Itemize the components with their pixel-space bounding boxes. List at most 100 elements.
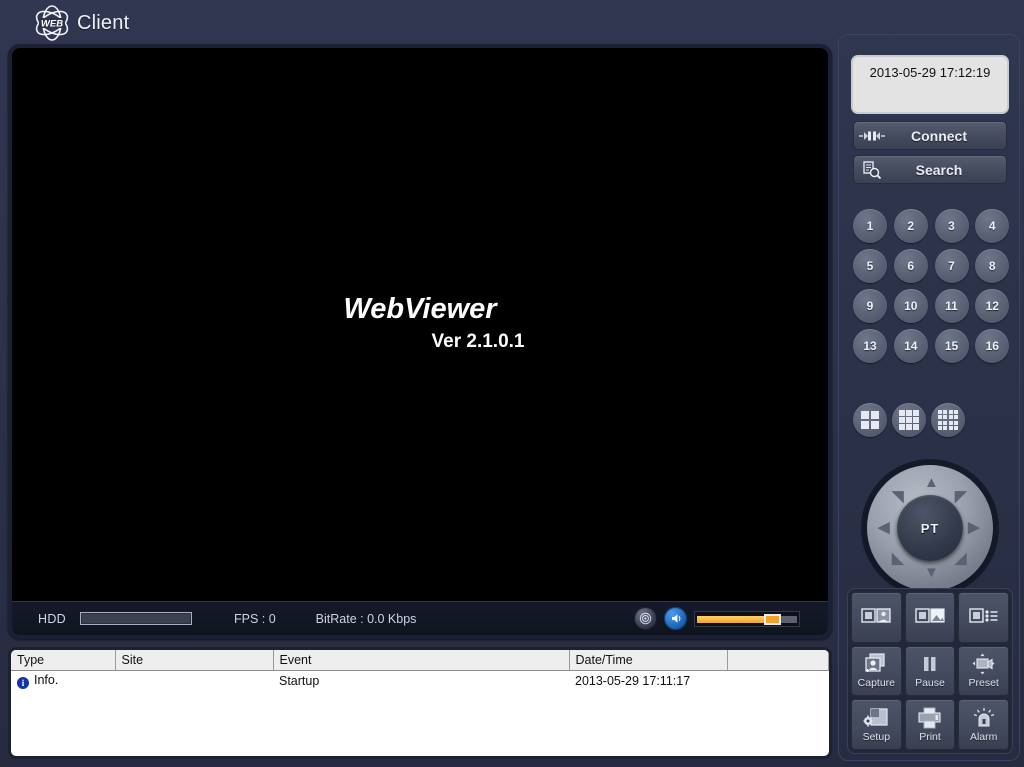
column-site[interactable]: Site (115, 650, 274, 671)
capture-label: Capture (857, 676, 895, 689)
channel-button-7[interactable]: 7 (934, 249, 969, 283)
clock-display: 2013-05-29 17:12:19 (851, 55, 1009, 114)
ptz-up-left-icon[interactable]: ◥ (892, 489, 904, 504)
ptz-right-icon[interactable]: ▶ (968, 520, 980, 535)
preset-label: Preset (968, 676, 999, 689)
column-extra[interactable] (727, 650, 829, 671)
capture-icon (864, 653, 888, 675)
microphone-icon[interactable] (634, 607, 657, 630)
channel-button-5[interactable]: 5 (853, 249, 887, 283)
cell-site (115, 670, 273, 691)
volume-handle[interactable] (763, 613, 781, 625)
channel-button-6[interactable]: 6 (893, 249, 928, 283)
channel-button-4[interactable]: 4 (975, 209, 1010, 243)
hdd-label: HDD (38, 611, 66, 626)
setup-label: Setup (862, 730, 891, 743)
volume-fill (697, 615, 766, 623)
view-live-button[interactable] (851, 592, 902, 643)
audio-controls (634, 607, 800, 630)
layout-2x2-button[interactable] (853, 403, 887, 437)
channel-button-9[interactable]: 9 (853, 289, 887, 323)
setup-button[interactable]: Setup (851, 699, 902, 750)
cell-extra (727, 670, 829, 691)
cell-datetime: 2013-05-29 17:11:17 (569, 670, 727, 691)
layout-4x4-button[interactable] (931, 403, 965, 437)
video-screen[interactable]: WebViewer Ver 2.1.0.1 (12, 48, 828, 601)
plug-connector-icon (854, 129, 890, 143)
fps-readout: FPS : 0 (233, 611, 276, 626)
viewer-version: Ver 2.1.0.1 (431, 331, 525, 352)
channel-button-15[interactable]: 15 (934, 329, 969, 363)
preset-button[interactable]: Preset (958, 645, 1009, 697)
app-title: Client (77, 11, 130, 34)
image-view-icon (915, 606, 945, 626)
svg-text:WEB: WEB (41, 19, 63, 30)
view-image-button[interactable] (904, 592, 956, 643)
tool-button-panel: Capture Pause Preset Setup Print Alarm (847, 588, 1013, 754)
channel-button-16[interactable]: 16 (975, 329, 1010, 363)
info-icon: i (17, 676, 29, 689)
column-datetime[interactable]: Date/Time (569, 650, 728, 671)
control-side-panel: 2013-05-29 17:12:19 Connect Search 1 2 3… (838, 34, 1020, 761)
print-label: Print (919, 730, 941, 743)
event-log-table: Type Site Event Date/Time i Info. Startup (11, 650, 829, 691)
view-list-button[interactable] (958, 592, 1009, 643)
channel-button-13[interactable]: 13 (853, 329, 887, 363)
connect-button-label: Connect (911, 127, 967, 144)
channel-button-1[interactable]: 1 (853, 209, 887, 243)
ptz-down-icon[interactable]: ▼ (924, 565, 939, 580)
event-log-panel[interactable]: Type Site Event Date/Time i Info. Startup (8, 647, 832, 759)
grid-3x3-icon (899, 410, 919, 430)
channel-button-8[interactable]: 8 (975, 249, 1010, 283)
camera-preset-icon (971, 653, 997, 675)
search-button[interactable]: Search (853, 155, 1007, 184)
hdd-usage-bar (79, 612, 192, 625)
capture-button[interactable]: Capture (851, 645, 902, 697)
speaker-icon[interactable] (664, 607, 687, 630)
pause-button[interactable]: Pause (904, 645, 956, 697)
cell-event: Startup (273, 670, 569, 691)
grid-2x2-icon (861, 411, 879, 429)
ptz-left-icon[interactable]: ◀ (878, 520, 890, 535)
ptz-up-icon[interactable]: ▲ (924, 475, 939, 490)
cell-type: i Info. (11, 670, 115, 691)
channel-button-10[interactable]: 10 (893, 289, 928, 323)
pause-icon (918, 653, 942, 675)
main-column: WebViewer Ver 2.1.0.1 HDD FPS : 0 BitRat… (8, 44, 832, 759)
alarm-button[interactable]: Alarm (958, 699, 1009, 750)
column-event[interactable]: Event (273, 650, 570, 671)
ptz-joystick[interactable]: ▲ ▼ ◀ ▶ ◥ ◤ ◣ ◢ PT (867, 465, 993, 591)
column-type[interactable]: Type (11, 650, 116, 671)
list-view-icon (968, 606, 999, 626)
channel-button-12[interactable]: 12 (975, 289, 1010, 323)
alarm-label: Alarm (969, 730, 998, 743)
ptz-down-left-icon[interactable]: ◣ (892, 551, 904, 566)
ptz-up-right-icon[interactable]: ◤ (955, 489, 967, 504)
ptz-down-right-icon[interactable]: ◢ (955, 551, 967, 566)
layout-button-row (853, 403, 965, 437)
cell-type-text: Info. (34, 672, 59, 687)
layout-3x3-button[interactable] (892, 403, 926, 437)
channel-button-3[interactable]: 3 (934, 209, 969, 243)
printer-icon (917, 707, 943, 729)
print-button[interactable]: Print (904, 699, 956, 750)
table-row[interactable]: i Info. Startup 2013-05-29 17:11:17 (11, 670, 829, 691)
channel-button-grid: 1 2 3 4 5 6 7 8 9 10 11 12 13 14 15 16 (853, 209, 1011, 363)
pause-label: Pause (915, 676, 945, 689)
live-view-icon (861, 606, 892, 626)
document-search-icon (854, 160, 890, 179)
viewer-brand: WebViewer Ver 2.1.0.1 (12, 293, 828, 353)
grid-4x4-icon (937, 409, 959, 431)
volume-slider[interactable] (694, 610, 800, 627)
alarm-bell-icon (971, 707, 997, 729)
channel-button-14[interactable]: 14 (893, 329, 928, 363)
web-client-window: WEB Client WebViewer Ver 2.1.0.1 HDD FPS… (0, 0, 1024, 767)
video-panel[interactable]: WebViewer Ver 2.1.0.1 HDD FPS : 0 BitRat… (8, 44, 832, 639)
channel-button-2[interactable]: 2 (893, 209, 928, 243)
ptz-center-button[interactable]: PT (897, 495, 963, 561)
viewer-title: WebViewer (343, 293, 497, 325)
channel-button-11[interactable]: 11 (934, 289, 969, 323)
video-status-bar: HDD FPS : 0 BitRate : 0.0 Kbps (12, 601, 828, 635)
connect-button[interactable]: Connect (853, 121, 1007, 150)
brand-logo: WEB Client (32, 3, 129, 43)
